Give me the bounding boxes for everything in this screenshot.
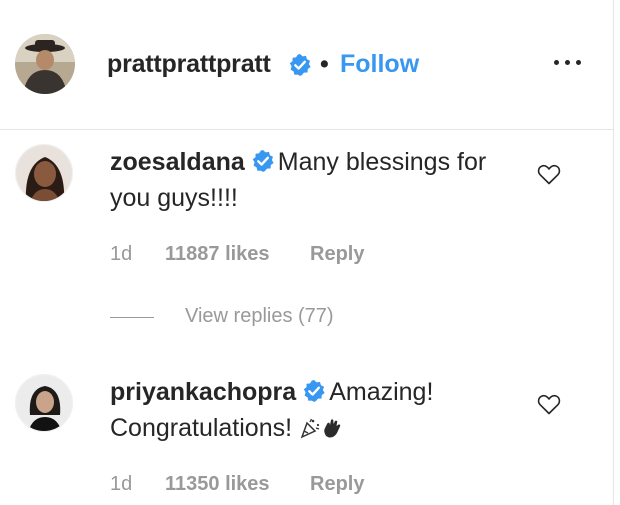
comment-text-line2: Congratulations! — [110, 414, 293, 442]
comment-meta: 1d 11887 likes Reply — [110, 243, 410, 267]
author-username[interactable]: prattprattpratt — [107, 50, 271, 79]
comment-username[interactable]: priyankachopra — [110, 378, 296, 406]
post-header: prattprattpratt • Follow — [0, 0, 613, 130]
comment-meta: 1d 11350 likes Reply — [110, 473, 410, 497]
comment-body: zoesaldana Many blessings for you guys!!!… — [110, 144, 550, 216]
follow-button[interactable]: Follow — [340, 50, 419, 79]
comment-text-line1: Many blessings for — [277, 148, 487, 176]
separator-dot: • — [320, 50, 329, 78]
view-replies-label: View replies (77) — [185, 305, 334, 327]
confetti-icon — [300, 418, 320, 439]
reply-button[interactable]: Reply — [310, 243, 364, 266]
reply-button[interactable]: Reply — [310, 473, 364, 496]
comment-username[interactable]: zoesaldana — [110, 148, 245, 176]
comment-body: priyankachopra Amazing! Congratulations! — [110, 374, 550, 446]
waving-hand-icon — [324, 419, 341, 438]
verified-icon — [303, 380, 325, 402]
verified-icon — [252, 150, 274, 172]
comment-avatar[interactable] — [15, 374, 73, 432]
like-heart-icon[interactable] — [537, 163, 561, 185]
comment-age: 1d — [110, 473, 133, 495]
like-heart-icon[interactable] — [537, 393, 561, 415]
comment-age: 1d — [110, 243, 133, 265]
comment-text-line2: you guys!!!! — [110, 184, 238, 212]
more-options-icon[interactable] — [552, 60, 584, 70]
author-avatar[interactable] — [15, 34, 75, 94]
view-replies-line — [110, 317, 154, 318]
comment-text-line1: Amazing! — [329, 378, 434, 406]
panel-right-border — [613, 0, 614, 505]
comment-avatar[interactable] — [15, 144, 73, 202]
verified-icon — [289, 54, 311, 76]
comment-likes[interactable]: 11350 likes — [165, 473, 270, 496]
comment-likes[interactable]: 11887 likes — [165, 243, 270, 266]
